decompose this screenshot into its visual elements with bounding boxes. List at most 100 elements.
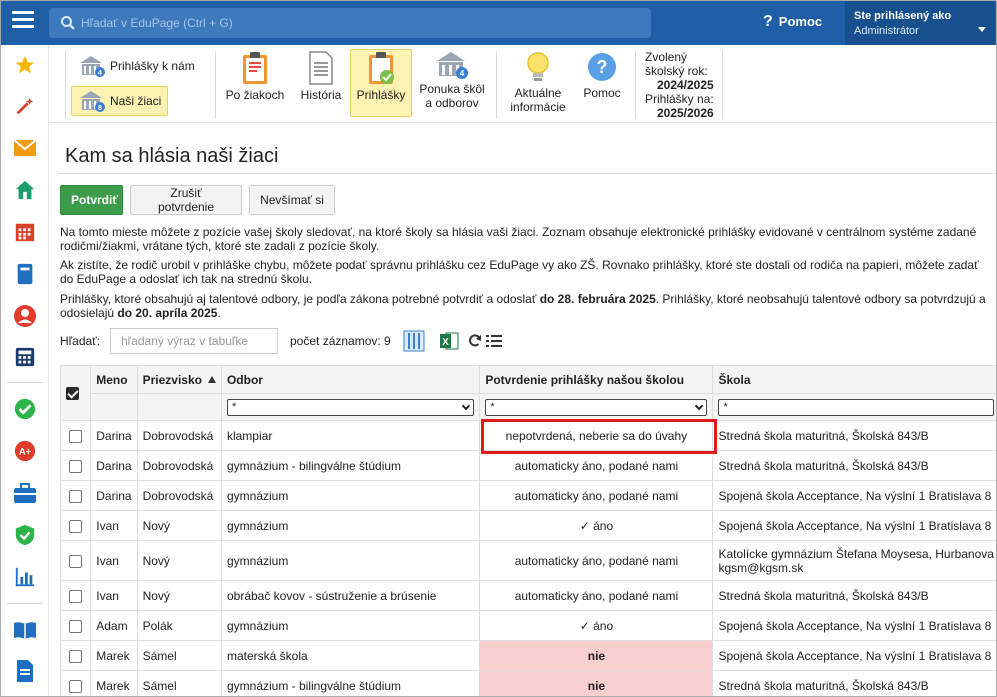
historia-button[interactable]: História xyxy=(293,49,349,117)
table-row[interactable]: Ivan Nový obrábač kovov - sústruženie a … xyxy=(59,580,996,611)
school-building-icon: 4 xyxy=(437,52,468,79)
po-ziakoch-label: Po žiakoch xyxy=(225,88,285,102)
nasi-ziaci-button[interactable]: 8 Naši žiaci xyxy=(71,86,168,116)
cell-meno: Darina xyxy=(90,420,138,451)
cell-potvrdenie[interactable]: automaticky áno, podané nami xyxy=(479,580,714,611)
row-checkbox[interactable] xyxy=(69,554,83,568)
a-plus-icon[interactable]: A+ xyxy=(13,439,37,463)
ribbon-toolbar: 4 Prihlášky k nám 8 Naši žiaci Po žiakoc… xyxy=(49,45,996,123)
row-checkbox[interactable] xyxy=(69,429,83,443)
info-paragraph-3: Prihlášky, ktoré obsahujú aj talentové o… xyxy=(60,292,996,320)
row-checkbox[interactable] xyxy=(69,619,83,633)
list-icon[interactable] xyxy=(486,334,502,348)
cell-skola: Spojená škola Acceptance, Na výslní 1 Br… xyxy=(712,640,996,671)
open-book-icon[interactable] xyxy=(13,618,37,642)
table-row[interactable]: Ivan Nový gymnázium automaticky áno, pod… xyxy=(59,540,996,581)
book-icon[interactable] xyxy=(13,262,37,286)
table-row[interactable]: Marek Sámel gymnázium - bilingválne štúd… xyxy=(59,670,996,696)
document-icon[interactable] xyxy=(13,659,37,683)
skola-filter-select[interactable]: * xyxy=(718,398,994,416)
cell-potvrdenie[interactable]: automaticky áno, podané nami xyxy=(479,480,714,511)
table-search-input[interactable] xyxy=(110,328,278,354)
cell-potvrdenie[interactable]: ✓ áno xyxy=(479,510,714,541)
check-circle-icon[interactable] xyxy=(13,397,37,421)
row-checkbox[interactable] xyxy=(69,459,83,473)
sort-ascending-icon xyxy=(207,375,216,383)
table-row[interactable]: Marek Sámel materská škola nie Spojená š… xyxy=(59,640,996,671)
bar-chart-icon[interactable] xyxy=(13,565,37,589)
briefcase-icon[interactable] xyxy=(13,481,37,505)
row-checkbox[interactable] xyxy=(69,489,83,503)
cell-skola: Stredná škola maturitná, Školská 843/B xyxy=(712,420,996,451)
calendar-icon[interactable] xyxy=(13,220,37,244)
row-checkbox[interactable] xyxy=(69,679,83,693)
shield-check-icon[interactable] xyxy=(13,523,37,547)
row-checkbox[interactable] xyxy=(69,589,83,603)
question-icon: ? xyxy=(763,13,773,30)
cell-potvrdenie[interactable]: nie xyxy=(479,640,714,671)
prihlasky-label: Prihlášky xyxy=(356,88,406,102)
columns-icon[interactable] xyxy=(403,330,425,352)
pomoc-button[interactable]: ? Pomoc xyxy=(577,49,627,117)
calculator-icon[interactable] xyxy=(13,345,37,369)
cell-priezvisko: Nový xyxy=(136,540,222,581)
cell-priezvisko: Dobrovodská xyxy=(136,450,222,481)
column-header-priezvisko[interactable]: Priezvisko xyxy=(136,365,222,394)
info-paragraph-1: Na tomto mieste môžete z pozície vašej š… xyxy=(60,225,996,253)
cell-potvrdenie[interactable]: ✓ áno xyxy=(479,610,714,641)
row-checkbox[interactable] xyxy=(69,519,83,533)
table-row[interactable]: Darina Dobrovodská klampiar nepotvrdená,… xyxy=(59,420,996,451)
cell-priezvisko: Sámel xyxy=(136,640,222,671)
row-checkbox[interactable] xyxy=(69,649,83,663)
table-row[interactable]: Darina Dobrovodská gymnázium automaticky… xyxy=(59,480,996,511)
cell-skola-line2: kgsm@kgsm.sk xyxy=(718,560,804,575)
cell-priezvisko: Dobrovodská xyxy=(136,480,222,511)
table-row[interactable]: Ivan Nový gymnázium ✓ áno Spojená škola … xyxy=(59,510,996,541)
table-row[interactable]: Adam Polák gymnázium ✓ áno Spojená škola… xyxy=(59,610,996,641)
hamburger-menu-icon[interactable] xyxy=(12,11,34,31)
prihlasky-button[interactable]: Prihlášky xyxy=(350,49,412,117)
svg-text:A+: A+ xyxy=(19,447,31,457)
cell-potvrdenie[interactable]: nepotvrdená, neberie sa do úvahy xyxy=(479,420,714,451)
help-link[interactable]: ? Pomoc xyxy=(763,13,822,31)
global-search-input[interactable] xyxy=(81,13,641,33)
lightbulb-icon xyxy=(527,52,549,81)
info-paragraph-2-line1: Ak zistíte, že rodič urobil v prihláške … xyxy=(60,258,979,272)
ponuka-skol-button[interactable]: 4 Ponuka škôl a odborov xyxy=(417,49,487,117)
cell-potvrdenie[interactable]: nie xyxy=(479,670,714,696)
cell-meno: Ivan xyxy=(90,540,138,581)
column-header-potvrdenie[interactable]: Potvrdenie prihlášky našou školou xyxy=(479,365,714,394)
home-icon[interactable] xyxy=(13,178,37,202)
prihlasky-k-nam-button[interactable]: 4 Prihlášky k nám xyxy=(77,51,196,81)
cell-odbor: gymnázium - bilingválne štúdium xyxy=(220,450,481,481)
column-header-meno[interactable]: Meno xyxy=(90,365,138,394)
po-ziakoch-button[interactable]: Po žiakoch xyxy=(223,49,287,117)
column-header-skola[interactable]: Škola xyxy=(712,365,996,394)
excel-icon[interactable]: X xyxy=(439,331,459,351)
refresh-icon[interactable] xyxy=(467,333,483,349)
envelope-icon[interactable] xyxy=(13,136,37,160)
cell-skola: Katolícke gymnázium Štefana Moysesa, Hur… xyxy=(712,540,996,581)
odbor-filter-select[interactable]: * xyxy=(226,398,475,416)
magic-wand-icon[interactable] xyxy=(13,94,37,118)
cell-priezvisko: Nový xyxy=(136,580,222,611)
user-menu[interactable]: Ste prihlásený ako Administrátor xyxy=(845,1,995,45)
star-icon[interactable] xyxy=(13,53,37,77)
column-header-odbor[interactable]: Odbor xyxy=(220,365,481,394)
cell-potvrdenie[interactable]: automaticky áno, podané nami xyxy=(479,540,714,581)
select-all-checkbox[interactable] xyxy=(66,387,79,401)
person-circle-icon[interactable] xyxy=(13,304,37,328)
cell-potvrdenie[interactable]: automaticky áno, podané nami xyxy=(479,450,714,481)
info-paragraph-1-line1: Na tomto mieste môžete z pozície vašej š… xyxy=(60,225,977,239)
cell-meno: Ivan xyxy=(90,580,138,611)
global-search[interactable] xyxy=(49,8,651,38)
confirm-button[interactable]: Potvrdiť xyxy=(60,185,123,215)
record-count: počet záznamov: 9 xyxy=(290,334,391,348)
svg-text:?: ? xyxy=(597,57,608,77)
potvrdenie-filter-select[interactable]: * xyxy=(485,398,708,416)
table-row[interactable]: Darina Dobrovodská gymnázium - bilingvál… xyxy=(59,450,996,481)
ignore-button[interactable]: Nevšímať si xyxy=(249,185,335,215)
aktualne-informacie-button[interactable]: Aktuálne informácie xyxy=(503,49,573,117)
deadline-date-2: do 20. apríla 2025 xyxy=(117,306,218,320)
unconfirm-button[interactable]: Zrušiť potvrdenie xyxy=(130,185,242,215)
